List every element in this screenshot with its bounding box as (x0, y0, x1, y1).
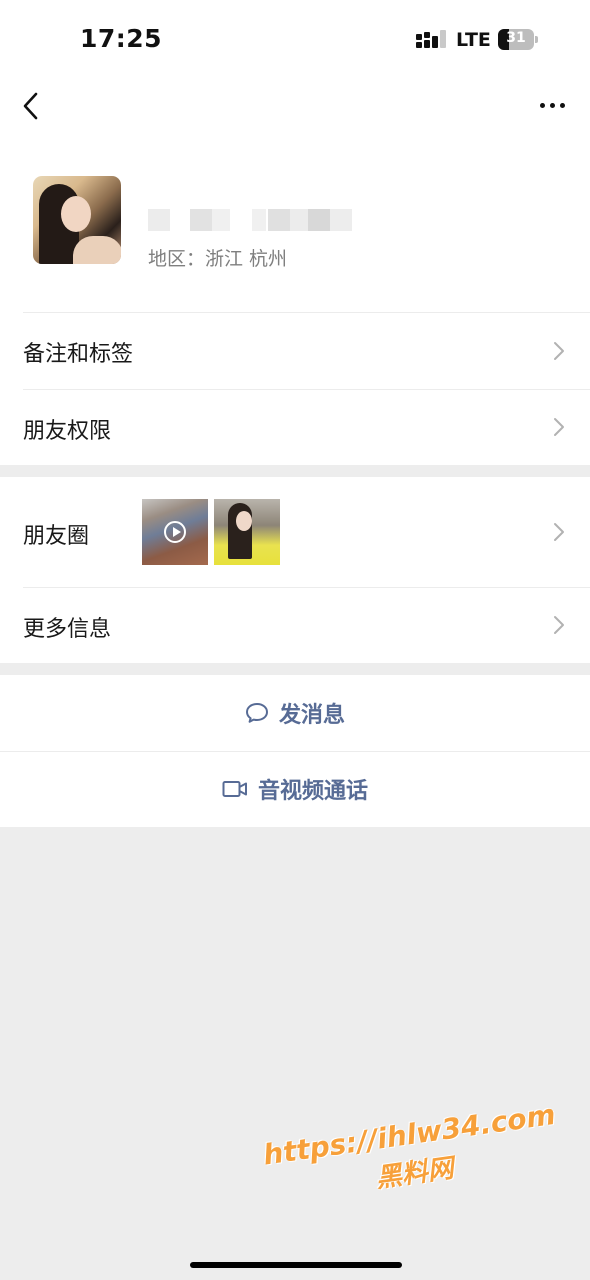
status-bar: 17:25 LTE 31 (0, 0, 590, 78)
more-info-label: 更多信息 (23, 617, 112, 642)
video-camera-icon (222, 781, 247, 797)
battery-icon: 31 (498, 29, 538, 50)
region-text: 地区：浙江 杭州 (148, 248, 288, 270)
signal-strength-icon (416, 30, 446, 48)
friend-permissions-row[interactable]: 朋友权限 (0, 389, 590, 465)
send-message-label: 发消息 (278, 703, 345, 728)
remarks-tags-label: 备注和标签 (23, 342, 134, 367)
avatar[interactable] (33, 176, 121, 264)
profile-header: 地区：浙江 杭州 (0, 134, 590, 312)
chevron-right-icon (554, 523, 564, 541)
nickname-redacted (148, 209, 353, 231)
more-horizontal-icon (540, 103, 545, 108)
home-indicator[interactable] (190, 1262, 402, 1268)
watermark: https://ihlw34.com 黑料网 (258, 1097, 565, 1210)
remarks-tags-row[interactable]: 备注和标签 (0, 312, 590, 389)
nav-bar (0, 78, 590, 134)
moments-thumbnail (214, 499, 280, 565)
network-type: LTE (456, 29, 491, 51)
moments-label: 朋友圈 (23, 524, 90, 549)
back-button[interactable] (14, 86, 50, 126)
chat-bubble-icon (245, 703, 268, 723)
status-time: 17:25 (80, 24, 163, 53)
video-call-button[interactable]: 音视频通话 (0, 751, 590, 827)
friend-permissions-label: 朋友权限 (23, 419, 112, 444)
chevron-right-icon (554, 418, 564, 436)
video-call-label: 音视频通话 (257, 779, 368, 804)
more-options-button[interactable] (530, 90, 574, 122)
battery-level: 31 (506, 30, 526, 46)
chevron-left-icon (23, 92, 38, 120)
moments-row[interactable]: 朋友圈 (0, 477, 590, 587)
more-info-row[interactable]: 更多信息 (0, 587, 590, 663)
moments-thumbnail (142, 499, 208, 565)
chevron-right-icon (554, 342, 564, 360)
send-message-button[interactable]: 发消息 (0, 675, 590, 751)
play-icon (164, 521, 186, 543)
chevron-right-icon (554, 616, 564, 634)
